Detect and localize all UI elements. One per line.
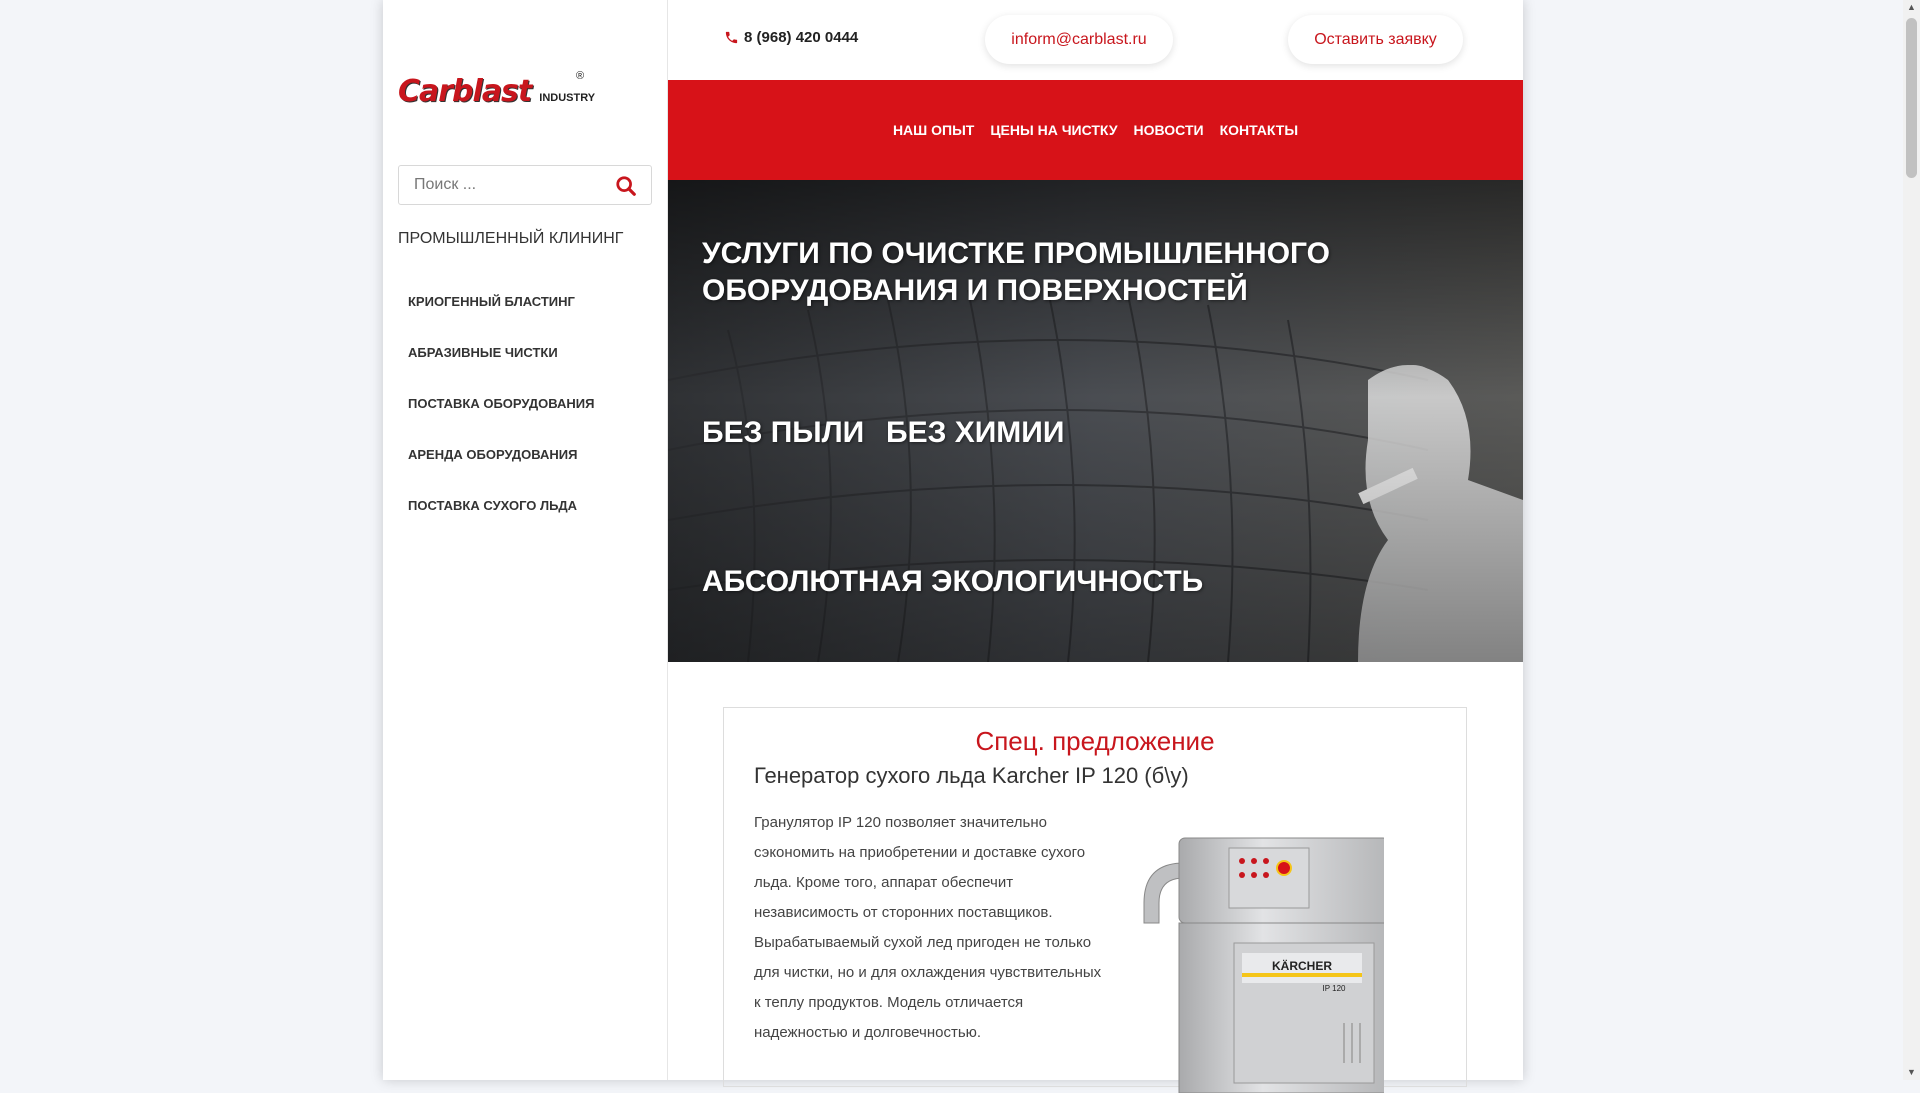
sidebar-item-dry-ice-supply[interactable]: ПОСТАВКА СУХОГО ЛЬДА — [408, 484, 594, 535]
page: Carblast ® INDUSTRY ПРОМЫШЛЕННЫЙ КЛИНИНГ… — [383, 0, 1523, 1093]
sidebar-item-equipment-rental[interactable]: АРЕНДА ОБОРУДОВАНИЯ — [408, 433, 594, 484]
phone-number: 8 (968) 420 0444 — [744, 29, 859, 46]
main-nav: НАШ ОПЫТ ЦЕНЫ НА ЧИСТКУ НОВОСТИ КОНТАКТЫ — [668, 80, 1523, 180]
product-brand-label: KÄRCHER — [1272, 958, 1332, 973]
sidebar-item-cryogenic-blasting[interactable]: КРИОГЕННЫЙ БЛАСТИНГ — [408, 280, 594, 331]
phone-link[interactable]: 8 (968) 420 0444 — [724, 29, 858, 46]
hero-tag-no-chemicals: БЕЗ ХИМИИ — [886, 416, 1065, 449]
nav-item-news[interactable]: НОВОСТИ — [1134, 122, 1204, 138]
logo-wordmark: Carblast — [398, 74, 532, 109]
hero-tag-eco: АБСОЛЮТНАЯ ЭКОЛОГИЧНОСТЬ — [702, 565, 1204, 598]
special-offer-title: Спец. предложение — [975, 726, 1215, 756]
hero-banner: УСЛУГИ ПО ОЧИСТКЕ ПРОМЫШЛЕННОГО ОБОРУДОВ… — [668, 180, 1523, 662]
nav-item-experience[interactable]: НАШ ОПЫТ — [893, 122, 974, 138]
special-offer-description: Гранулятор IP 120 позволяет значительно … — [754, 814, 1102, 1041]
search-input[interactable] — [399, 175, 616, 195]
sidebar: Carblast ® INDUSTRY ПРОМЫШЛЕННЫЙ КЛИНИНГ… — [383, 0, 668, 1080]
page-scrollbar[interactable]: ▲ ▼ — [1903, 0, 1920, 1080]
logo-registered-mark: ® — [576, 70, 585, 82]
nav-item-prices[interactable]: ЦЕНЫ НА ЧИСТКУ — [990, 122, 1117, 138]
product-image[interactable]: KÄRCHER IP 120 — [1124, 823, 1384, 1093]
special-offer-card: Спец. предложение Генератор сухого льда … — [723, 707, 1467, 1093]
product-model-label: IP 120 — [1323, 984, 1347, 993]
special-offer-product-title[interactable]: Генератор сухого льда Karcher IP 120 (б\… — [754, 763, 1189, 789]
scroll-down-arrow-icon[interactable]: ▼ — [1907, 1068, 1916, 1077]
email-button[interactable]: inform@carblast.ru — [985, 15, 1173, 64]
scrollbar-thumb[interactable] — [1906, 18, 1917, 178]
search-box — [398, 165, 652, 205]
sidebar-heading[interactable]: ПРОМЫШЛЕННЫЙ КЛИНИНГ — [398, 230, 623, 248]
logo-subtitle: INDUSTRY — [539, 92, 596, 104]
logo[interactable]: Carblast ® INDUSTRY — [398, 70, 596, 109]
search-icon[interactable] — [615, 175, 637, 197]
sidebar-item-equipment-supply[interactable]: ПОСТАВКА ОБОРУДОВАНИЯ — [408, 382, 594, 433]
hero-title: УСЛУГИ ПО ОЧИСТКЕ ПРОМЫШЛЕННОГО ОБОРУДОВ… — [702, 237, 1330, 307]
sidebar-nav: КРИОГЕННЫЙ БЛАСТИНГ АБРАЗИВНЫЕ ЧИСТКИ ПО… — [408, 280, 594, 535]
top-bar: 8 (968) 420 0444 inform@carblast.ru Оста… — [668, 0, 1523, 80]
sidebar-item-abrasive-cleaning[interactable]: АБРАЗИВНЫЕ ЧИСТКИ — [408, 331, 594, 382]
nav-item-contacts[interactable]: КОНТАКТЫ — [1220, 122, 1298, 138]
phone-icon — [725, 31, 738, 44]
request-button[interactable]: Оставить заявку — [1288, 15, 1463, 64]
scroll-up-arrow-icon[interactable]: ▲ — [1907, 3, 1916, 12]
hero-tag-no-dust: БЕЗ ПЫЛИ — [702, 416, 865, 449]
